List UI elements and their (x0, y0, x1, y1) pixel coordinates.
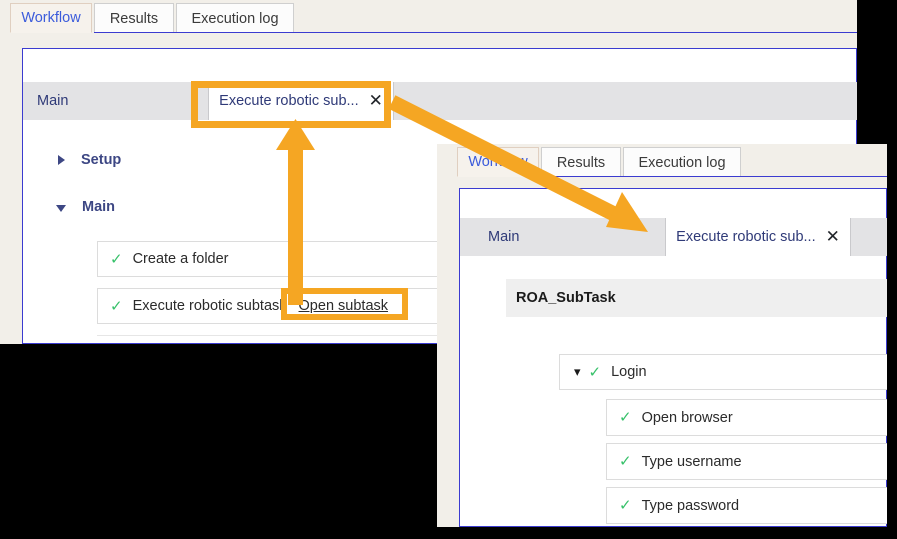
tab-workflow-label: Workflow (21, 10, 81, 26)
back-window-tabstrip: Workflow Results Execution log (0, 0, 857, 33)
front-tabstrip-underline (541, 176, 887, 177)
tab-results-label: Results (556, 154, 606, 171)
subtab-main[interactable]: Main (460, 218, 640, 256)
tree-group-login[interactable]: ▾ ✓ Login (559, 354, 887, 390)
close-icon[interactable]: ✕ (826, 228, 840, 246)
tree-group-login-label: Login (611, 364, 647, 380)
tab-execution-log[interactable]: Execution log (176, 3, 294, 33)
check-icon: ✓ (619, 452, 632, 470)
subtab-execute-robotic-subtask[interactable]: Execute robotic sub... ✕ (665, 218, 851, 256)
step-label: Execute robotic subtask (132, 298, 287, 314)
step-label: Type username (641, 453, 742, 470)
check-icon: ✓ (619, 496, 632, 514)
step-label: Open browser (641, 409, 733, 426)
front-subtab-bar: Main Execute robotic sub... ✕ (460, 218, 887, 256)
back-tabstrip-underline (94, 32, 857, 33)
subtab-execute-robotic-subtask-label: Execute robotic sub... (676, 229, 816, 245)
chevron-right-icon[interactable] (58, 155, 65, 165)
tree-group-setup-label: Setup (81, 152, 122, 168)
subtab-main-label: Main (37, 93, 69, 109)
step-label: Type password (641, 497, 740, 514)
tree-group-main-label: Main (82, 199, 116, 215)
tab-execution-log[interactable]: Execution log (623, 147, 741, 177)
tab-results[interactable]: Results (541, 147, 621, 177)
subtab-main[interactable]: Main (23, 82, 203, 120)
tab-workflow-label: Workflow (468, 154, 528, 170)
subtab-execute-robotic-subtask[interactable]: Execute robotic sub... ✕ (208, 82, 394, 120)
tree-group-setup[interactable]: Setup (58, 152, 121, 168)
subtab-main-label: Main (488, 229, 520, 245)
tab-workflow[interactable]: Workflow (10, 3, 92, 33)
check-icon: ✓ (110, 296, 123, 315)
back-subtab-bar: Main Execute robotic sub... ✕ (23, 82, 857, 120)
front-window: Workflow Results Execution log Main Exec… (437, 144, 887, 527)
tab-results-label: Results (109, 10, 159, 27)
check-icon: ✓ (588, 362, 602, 381)
close-icon[interactable]: ✕ (369, 92, 383, 110)
subtab-execute-robotic-subtask-label: Execute robotic sub... (219, 93, 359, 109)
tab-workflow[interactable]: Workflow (457, 147, 539, 177)
check-icon: ✓ (619, 408, 632, 426)
tree-group-main[interactable]: Main (56, 199, 115, 215)
screenshot-stage: Workflow Results Execution log Main Exec… (0, 0, 897, 539)
step-row-type-password[interactable]: ✓ Type password (606, 487, 887, 524)
front-window-panel: Main Execute robotic sub... ✕ ROA_SubTas… (459, 188, 887, 527)
chevron-down-icon[interactable]: ▾ (574, 366, 581, 379)
section-header-roa-subtask: ROA_SubTask (506, 279, 887, 317)
step-row-open-browser[interactable]: ✓ Open browser (606, 399, 887, 436)
check-icon: ✓ (110, 249, 123, 268)
step-label: Create a folder (132, 251, 229, 267)
step-row-type-username[interactable]: ✓ Type username (606, 443, 887, 480)
tab-results[interactable]: Results (94, 3, 174, 33)
front-window-tabstrip: Workflow Results Execution log (437, 144, 887, 177)
chevron-down-icon[interactable] (56, 205, 66, 212)
section-title: ROA_SubTask (516, 290, 616, 306)
tab-execution-log-label: Execution log (191, 10, 279, 27)
open-subtask-link[interactable]: Open subtask (299, 298, 388, 314)
tab-execution-log-label: Execution log (638, 154, 726, 171)
